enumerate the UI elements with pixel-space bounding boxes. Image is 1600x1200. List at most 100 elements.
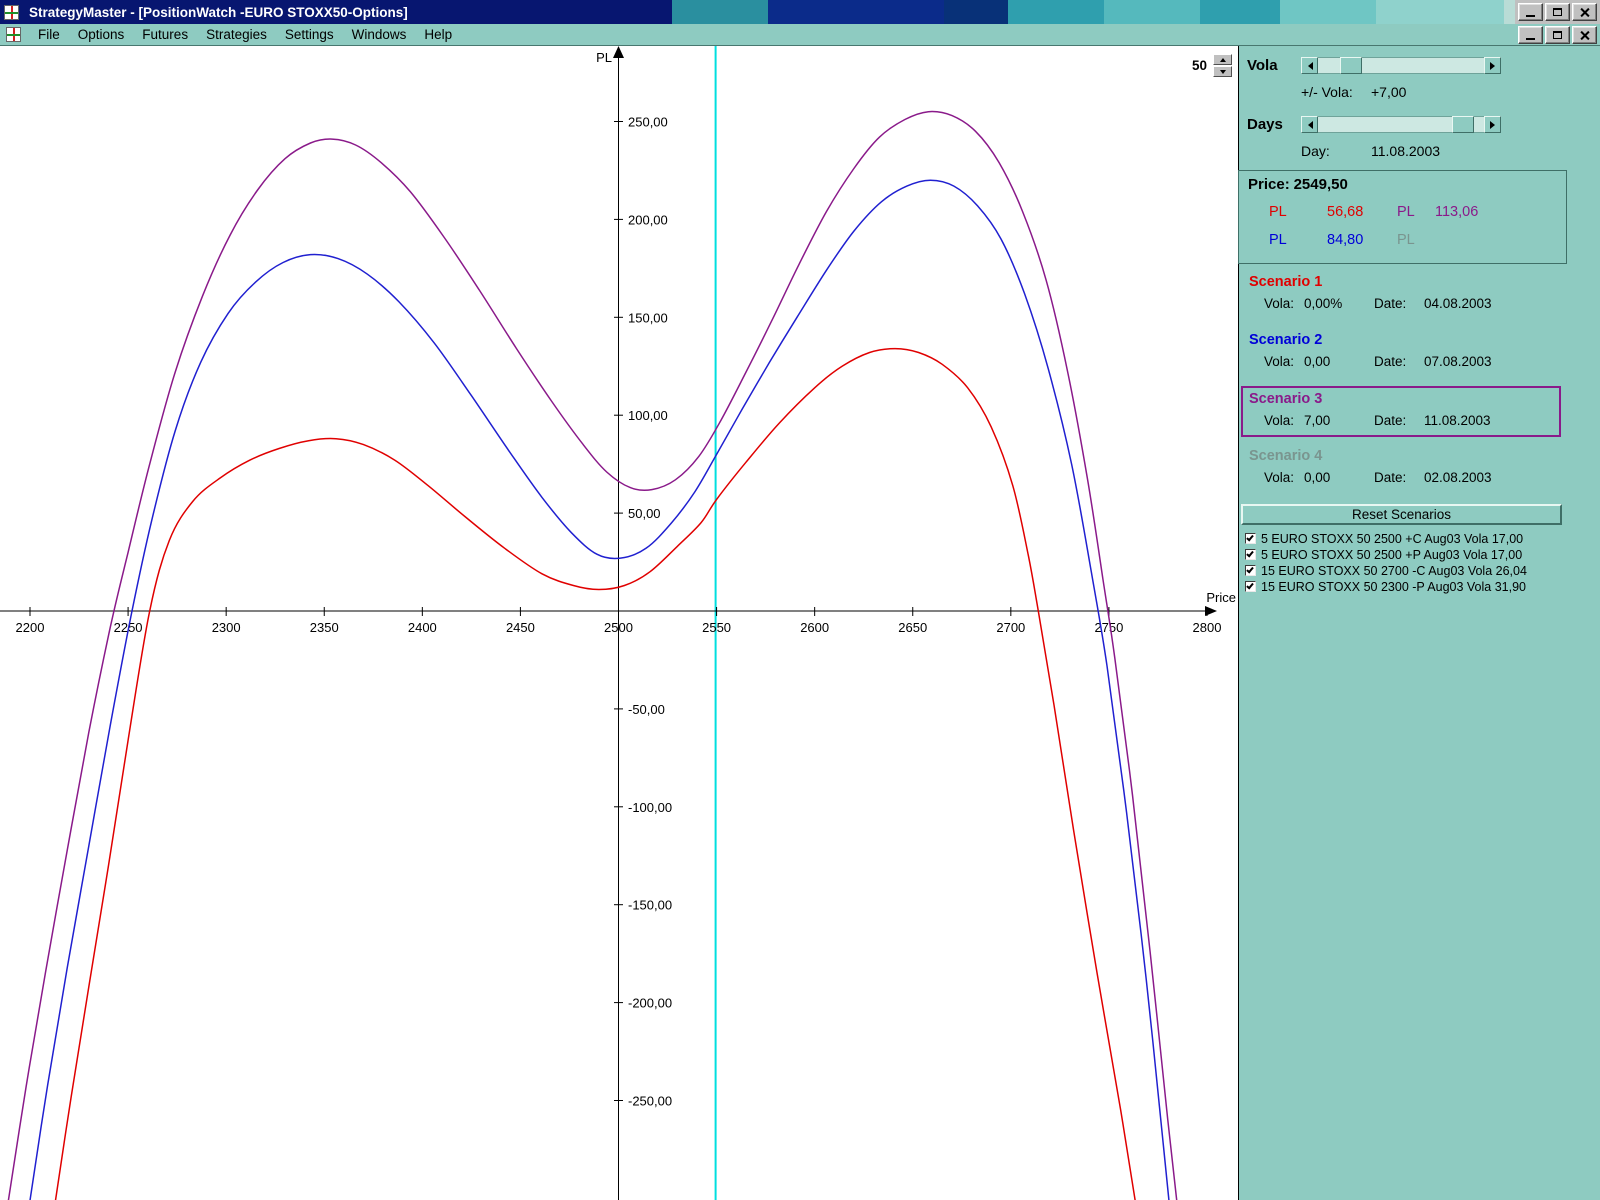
- price-axis-label: Price: [1206, 590, 1236, 605]
- scenario-4[interactable]: Scenario 4 Vola: 0,00 Date: 02.08.2003: [1241, 448, 1561, 485]
- menu-futures[interactable]: Futures: [133, 25, 197, 44]
- scenario-4-title[interactable]: Scenario 4: [1241, 448, 1561, 464]
- vola-value: 0,00: [1304, 470, 1331, 485]
- pl-label-scenario1: PL: [1269, 204, 1287, 220]
- scenario-2-title[interactable]: Scenario 2: [1241, 332, 1561, 348]
- vola-value: 0,00%: [1304, 296, 1343, 311]
- close-icon: [1579, 7, 1590, 18]
- position-checkbox-4[interactable]: [1245, 581, 1256, 592]
- vola-label: Vola:: [1264, 354, 1295, 369]
- days-scroll-left-button[interactable]: [1301, 116, 1318, 133]
- y-tick-label: -200,00: [628, 996, 672, 1011]
- y-tick-label: -150,00: [628, 898, 672, 913]
- vola-scroll-right-button[interactable]: [1484, 57, 1501, 74]
- vola-label: Vola:: [1264, 296, 1295, 311]
- content-area: PL Price 2200 2250 2300 2350 2400 2450 2500 2550 2…: [0, 46, 1600, 1200]
- vola-scrollbar[interactable]: [1301, 57, 1501, 74]
- scenario-2[interactable]: Scenario 2 Vola: 0,00 Date: 07.08.2003: [1241, 332, 1561, 369]
- y-tick-label: -100,00: [628, 800, 672, 815]
- triangle-left-icon: [1304, 61, 1313, 70]
- scenario-1-details: Vola: 0,00% Date: 04.08.2003: [1241, 296, 1561, 311]
- triangle-left-icon: [1304, 120, 1313, 129]
- pl-value-scenario1: 56,68: [1327, 204, 1364, 220]
- app-icon[interactable]: [4, 4, 19, 20]
- vola-scroll-thumb[interactable]: [1340, 57, 1362, 74]
- position-checkbox-2[interactable]: [1245, 549, 1256, 560]
- triangle-down-icon: [1219, 69, 1226, 77]
- chart-pane: PL Price 2200 2250 2300 2350 2400 2450 2500 2550 2…: [0, 46, 1238, 1200]
- close-button[interactable]: [1572, 3, 1597, 21]
- menu-file[interactable]: File: [29, 25, 69, 44]
- scenario-3-selected[interactable]: Scenario 3 Vola: 7,00 Date: 11.08.2003: [1241, 386, 1561, 437]
- position-row-1: 5 EURO STOXX 50 2500 +C Aug03 Vola 17,00: [1245, 531, 1523, 546]
- mdi-close-button[interactable]: [1572, 26, 1597, 44]
- triangle-right-icon: [1489, 120, 1499, 129]
- menubar: File Options Futures Strategies Settings…: [0, 24, 1600, 46]
- minimize-button[interactable]: [1518, 3, 1543, 21]
- minimize-icon: [1526, 38, 1535, 40]
- triangle-right-icon: [1489, 61, 1499, 70]
- menu-strategies[interactable]: Strategies: [197, 25, 276, 44]
- scenario-1-title[interactable]: Scenario 1: [1241, 274, 1561, 290]
- restore-icon: [1553, 8, 1562, 16]
- menu-options[interactable]: Options: [69, 25, 134, 44]
- y-tick-label: -50,00: [628, 702, 665, 717]
- window-title: StrategyMaster - [PositionWatch -EURO ST…: [29, 4, 408, 20]
- window-controls: [1515, 0, 1600, 24]
- days-scroll-track[interactable]: [1318, 116, 1484, 133]
- menu-settings[interactable]: Settings: [276, 25, 343, 44]
- days-scroll-thumb[interactable]: [1452, 116, 1474, 133]
- vola-value-label: +/- Vola:: [1301, 84, 1353, 100]
- price-value: 2549,50: [1293, 176, 1348, 193]
- curve-scenario-3: [7, 110, 1178, 1200]
- vola-label: Vola: [1247, 57, 1278, 74]
- vola-scroll-left-button[interactable]: [1301, 57, 1318, 74]
- x-tick-label: 2800: [1193, 620, 1222, 635]
- pl-axis-label: PL: [596, 50, 612, 65]
- spin-down-button[interactable]: [1213, 66, 1232, 77]
- date-value: 11.08.2003: [1424, 413, 1491, 428]
- spin-up-button[interactable]: [1213, 54, 1232, 65]
- mdi-icon-detail: [7, 34, 20, 36]
- checkmark-icon: [1246, 581, 1254, 590]
- vola-value-line: +/- Vola: +7,00: [1301, 84, 1406, 100]
- pl-label-scenario4: PL: [1397, 232, 1415, 248]
- close-icon: [1579, 30, 1590, 41]
- restore-button[interactable]: [1545, 3, 1570, 21]
- vola-label: Vola:: [1264, 413, 1295, 428]
- triangle-up-icon: [1219, 55, 1226, 62]
- scenario-2-details: Vola: 0,00 Date: 07.08.2003: [1241, 354, 1561, 369]
- date-value: 07.08.2003: [1424, 354, 1492, 369]
- position-row-3: 15 EURO STOXX 50 2700 -C Aug03 Vola 26,0…: [1245, 563, 1527, 578]
- days-scrollbar[interactable]: [1301, 116, 1501, 133]
- mdi-document-icon[interactable]: [6, 27, 21, 42]
- menu-help[interactable]: Help: [415, 25, 461, 44]
- vola-label: Vola:: [1264, 470, 1295, 485]
- position-checkbox-1[interactable]: [1245, 533, 1256, 544]
- y-tick-label: 50,00: [628, 506, 661, 521]
- mdi-minimize-button[interactable]: [1518, 26, 1543, 44]
- y-tick-label: -250,00: [628, 1094, 672, 1109]
- scenario-3-title[interactable]: Scenario 3: [1243, 391, 1559, 407]
- x-tick-label: 2350: [310, 620, 339, 635]
- date-label: Date:: [1374, 413, 1407, 428]
- days-scroll-right-button[interactable]: [1484, 116, 1501, 133]
- y-tick-label: 100,00: [628, 408, 668, 423]
- pl-chart: PLPrice2200 2250 2300 2350 2400 2450 2500 2550 2…: [0, 46, 1236, 1200]
- x-tick-label: 2550: [702, 620, 731, 635]
- vola-scroll-track[interactable]: [1318, 57, 1484, 74]
- position-checkbox-3[interactable]: [1245, 565, 1256, 576]
- position-label-1: 5 EURO STOXX 50 2500 +C Aug03 Vola 17,00: [1261, 531, 1524, 546]
- scenario-1[interactable]: Scenario 1 Vola: 0,00% Date: 04.08.2003: [1241, 274, 1561, 311]
- position-row-2: 5 EURO STOXX 50 2500 +P Aug03 Vola 17,00: [1245, 547, 1522, 562]
- reset-scenarios-button[interactable]: Reset Scenarios: [1241, 504, 1562, 525]
- x-tick-label: 2700: [996, 620, 1025, 635]
- day-value-label: Day:: [1301, 143, 1330, 159]
- mdi-restore-button[interactable]: [1545, 26, 1570, 44]
- position-label-4: 15 EURO STOXX 50 2300 -P Aug03 Vola 31,9…: [1261, 579, 1526, 594]
- checkmark-icon: [1246, 533, 1254, 542]
- vola-value: 7,00: [1304, 413, 1331, 428]
- y-tick-label: 250,00: [628, 115, 668, 130]
- menu-windows[interactable]: Windows: [343, 25, 416, 44]
- vola-value: +7,00: [1371, 84, 1407, 100]
